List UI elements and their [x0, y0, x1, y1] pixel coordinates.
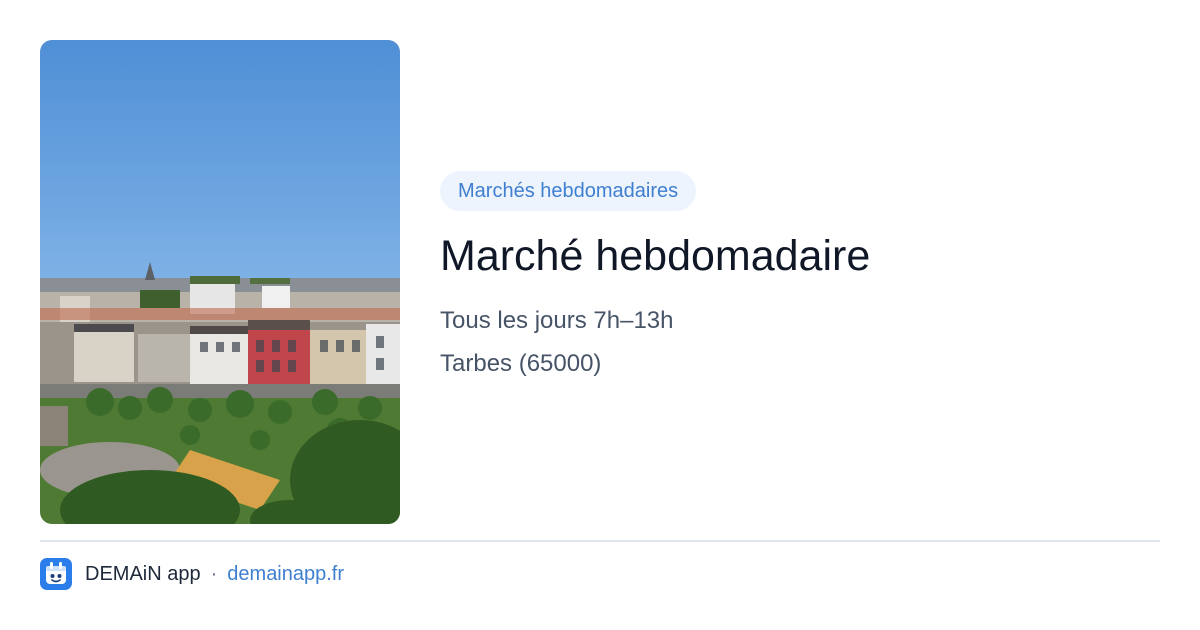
demain-app-icon [40, 558, 72, 590]
share-card: Marchés hebdomadaires Marché hebdomadair… [0, 0, 1200, 630]
footer: DEMAiN app · demainapp.fr [40, 558, 344, 590]
event-title: Marché hebdomadaire [440, 232, 871, 280]
event-schedule: Tous les jours 7h–13h [440, 307, 674, 334]
footer-separator: · [210, 562, 218, 585]
event-info: Marchés hebdomadaires Marché hebdomadair… [440, 171, 1160, 379]
footer-divider [40, 540, 1160, 542]
category-badge[interactable]: Marchés hebdomadaires [440, 171, 697, 211]
event-photo [40, 40, 400, 524]
site-link[interactable]: demainapp.fr [227, 563, 344, 586]
app-name: DEMAiN app [85, 562, 201, 585]
event-location: Tarbes (65000) [440, 350, 602, 377]
